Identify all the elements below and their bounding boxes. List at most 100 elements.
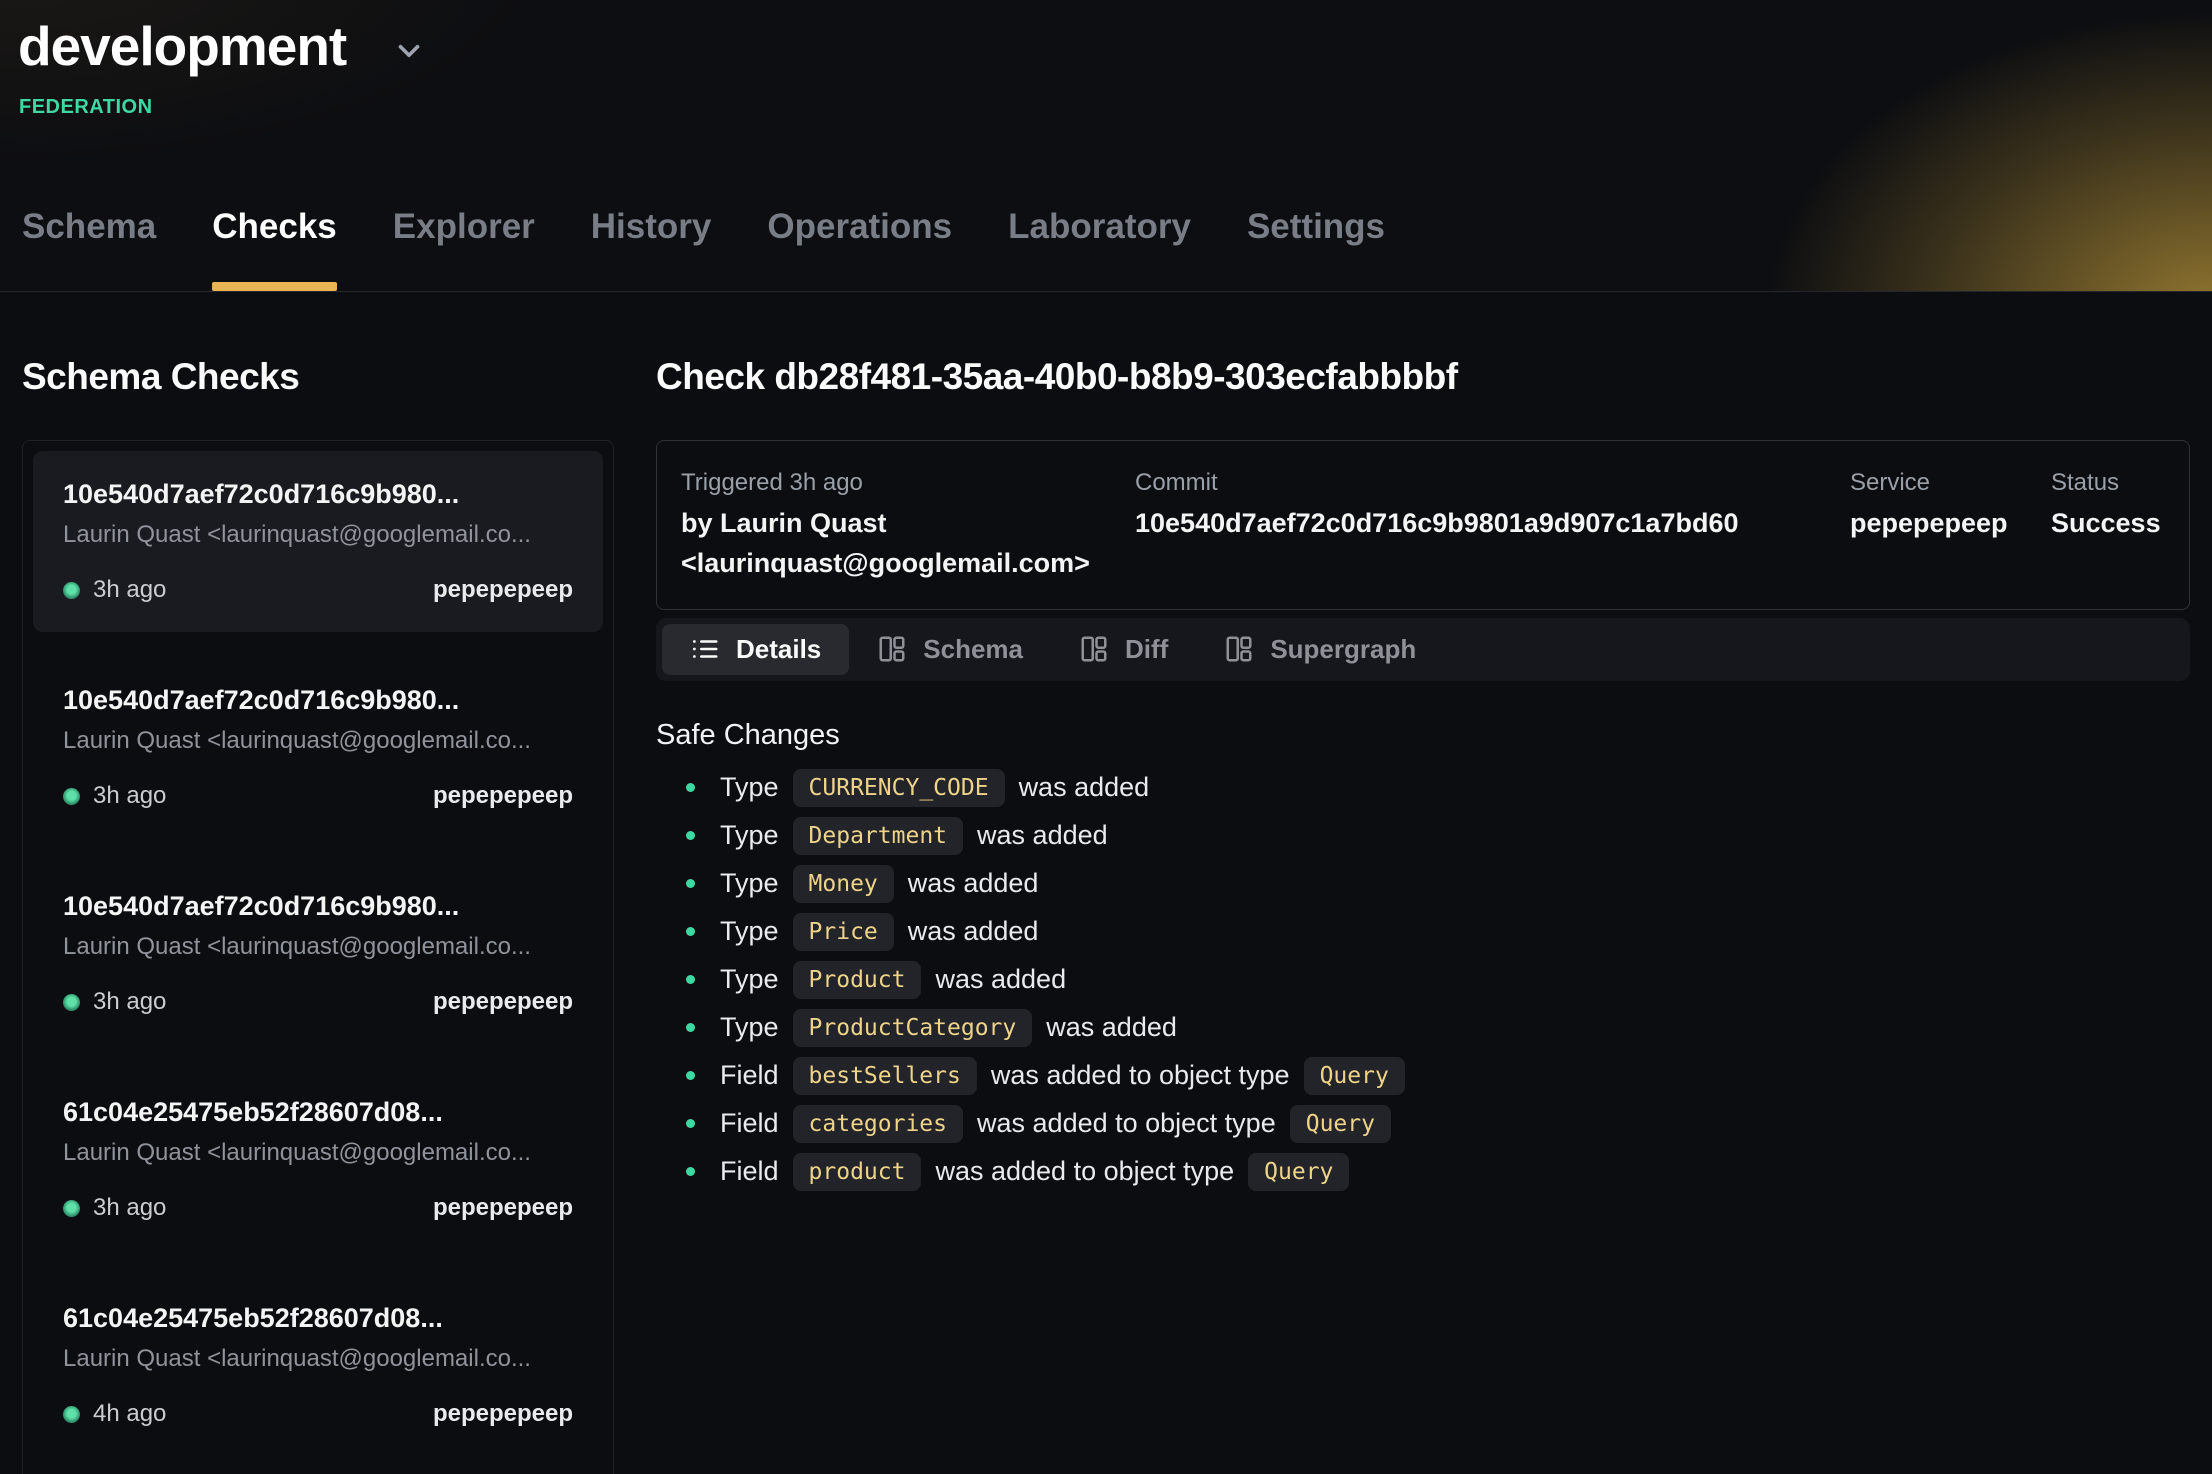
change-prefix: Field xyxy=(720,1108,779,1139)
list-icon xyxy=(690,634,720,664)
tab-label: Explorer xyxy=(393,207,535,246)
check-commit-title: 61c04e25475eb52f28607d08... xyxy=(63,1303,573,1334)
view-tab-supergraph[interactable]: Supergraph xyxy=(1196,624,1444,675)
check-meta-row: 3h ago pepepepeep xyxy=(63,988,573,1016)
view-tab-label: Details xyxy=(736,634,821,665)
check-commit-title: 10e540d7aef72c0d716c9b980... xyxy=(63,891,573,922)
columns-icon xyxy=(1224,634,1254,664)
check-time: 3h ago xyxy=(93,782,166,810)
check-meta-row: 3h ago pepepepeep xyxy=(63,782,573,810)
tab-laboratory[interactable]: Laboratory xyxy=(1008,207,1191,291)
change-suffix: was added xyxy=(935,964,1066,995)
tab-schema[interactable]: Schema xyxy=(22,207,156,291)
page-header: development FEDERATION Schema Checks Exp… xyxy=(0,0,2212,292)
check-service: pepepepeep xyxy=(433,1400,573,1428)
tab-explorer[interactable]: Explorer xyxy=(393,207,535,291)
change-code: Price xyxy=(793,913,894,951)
check-author: Laurin Quast <laurinquast@googlemail.co.… xyxy=(63,1139,573,1167)
change-code: bestSellers xyxy=(793,1057,977,1095)
change-prefix: Type xyxy=(720,820,779,851)
check-commit-title: 10e540d7aef72c0d716c9b980... xyxy=(63,685,573,716)
safe-changes-title: Safe Changes xyxy=(656,719,2190,752)
tab-history[interactable]: History xyxy=(591,207,712,291)
change-prefix: Type xyxy=(720,868,779,899)
check-service: pepepepeep xyxy=(433,782,573,810)
tab-operations[interactable]: Operations xyxy=(767,207,952,291)
check-meta-row: 3h ago pepepepeep xyxy=(63,1194,573,1222)
check-list-item[interactable]: 61c04e25475eb52f28607d08... Laurin Quast… xyxy=(33,1275,603,1456)
view-tab-details[interactable]: Details xyxy=(662,624,849,675)
schema-checks-page: development FEDERATION Schema Checks Exp… xyxy=(0,0,2212,1474)
check-list-item[interactable]: 61c04e25475eb52f28607d08... Laurin Quast… xyxy=(33,1069,603,1250)
check-detail-panel: Check db28f481-35aa-40b0-b8b9-303ecfabbb… xyxy=(656,292,2190,1474)
tab-settings[interactable]: Settings xyxy=(1247,207,1385,291)
check-service: pepepepeep xyxy=(433,576,573,604)
triggered-email: <laurinquast@googlemail.com> xyxy=(681,544,1135,583)
status-label: Status xyxy=(2051,467,2161,499)
change-code: ProductCategory xyxy=(793,1009,1033,1047)
view-tab-schema[interactable]: Schema xyxy=(849,624,1051,675)
change-object-type: Query xyxy=(1304,1057,1405,1095)
tab-label: Laboratory xyxy=(1008,207,1191,246)
bullet-icon xyxy=(686,879,695,888)
chevron-down-icon[interactable] xyxy=(392,34,426,68)
check-commit-title: 61c04e25475eb52f28607d08... xyxy=(63,1097,573,1128)
change-item: Field categories was added to object typ… xyxy=(656,1100,2190,1148)
bullet-icon xyxy=(686,831,695,840)
bullet-icon xyxy=(686,1119,695,1128)
check-meta-card: Triggered 3h ago by Laurin Quast <laurin… xyxy=(656,440,2190,610)
check-meta-row: 3h ago pepepepeep xyxy=(63,576,573,604)
change-suffix: was added xyxy=(908,916,1039,947)
change-suffix: was added xyxy=(908,868,1039,899)
change-code: product xyxy=(793,1153,922,1191)
federation-badge: FEDERATION xyxy=(19,96,2212,119)
check-time: 3h ago xyxy=(93,576,166,604)
check-commit-title: 10e540d7aef72c0d716c9b980... xyxy=(63,479,573,510)
tab-label: Checks xyxy=(212,207,337,246)
sidebar-title: Schema Checks xyxy=(22,356,614,398)
change-prefix: Field xyxy=(720,1156,779,1187)
check-author: Laurin Quast <laurinquast@googlemail.co.… xyxy=(63,727,573,755)
columns-icon xyxy=(1079,634,1109,664)
change-item: Type CURRENCY_CODE was added xyxy=(656,764,2190,812)
meta-status: Status Success xyxy=(2051,467,2161,583)
change-suffix: was added to object type xyxy=(991,1060,1290,1091)
check-meta-row: 4h ago pepepepeep xyxy=(63,1400,573,1428)
checks-sidebar: Schema Checks 10e540d7aef72c0d716c9b980.… xyxy=(22,292,614,1474)
change-prefix: Type xyxy=(720,916,779,947)
change-code: Product xyxy=(793,961,922,999)
check-author: Laurin Quast <laurinquast@googlemail.co.… xyxy=(63,933,573,961)
change-code: Department xyxy=(793,817,963,855)
change-item: Type Product was added xyxy=(656,956,2190,1004)
check-list-item[interactable]: 10e540d7aef72c0d716c9b980... Laurin Quas… xyxy=(33,657,603,838)
change-object-type: Query xyxy=(1248,1153,1349,1191)
view-tab-label: Supergraph xyxy=(1270,634,1416,665)
columns-icon xyxy=(877,634,907,664)
view-tab-label: Diff xyxy=(1125,634,1168,665)
check-detail-title: Check db28f481-35aa-40b0-b8b9-303ecfabbb… xyxy=(656,356,2190,398)
change-prefix: Type xyxy=(720,964,779,995)
change-prefix: Type xyxy=(720,1012,779,1043)
project-selector[interactable]: development xyxy=(0,0,426,78)
change-code: CURRENCY_CODE xyxy=(793,769,1005,807)
change-item: Type ProductCategory was added xyxy=(656,1004,2190,1052)
change-suffix: was added xyxy=(1046,1012,1177,1043)
status-dot-icon xyxy=(63,582,80,599)
view-tab-diff[interactable]: Diff xyxy=(1051,624,1196,675)
change-suffix: was added to object type xyxy=(935,1156,1234,1187)
change-suffix: was added to object type xyxy=(977,1108,1276,1139)
bullet-icon xyxy=(686,1071,695,1080)
check-service: pepepepeep xyxy=(433,1194,573,1222)
change-item: Type Department was added xyxy=(656,812,2190,860)
check-author: Laurin Quast <laurinquast@googlemail.co.… xyxy=(63,521,573,549)
triggered-by: by Laurin Quast xyxy=(681,504,1135,543)
change-suffix: was added xyxy=(1019,772,1150,803)
check-list-item[interactable]: 10e540d7aef72c0d716c9b980... Laurin Quas… xyxy=(33,863,603,1044)
tab-checks[interactable]: Checks xyxy=(212,207,337,291)
check-time: 3h ago xyxy=(93,988,166,1016)
change-item: Type Price was added xyxy=(656,908,2190,956)
status-dot-icon xyxy=(63,788,80,805)
check-time: 4h ago xyxy=(93,1400,166,1428)
check-list-item[interactable]: 10e540d7aef72c0d716c9b980... Laurin Quas… xyxy=(33,451,603,632)
change-item: Type Money was added xyxy=(656,860,2190,908)
